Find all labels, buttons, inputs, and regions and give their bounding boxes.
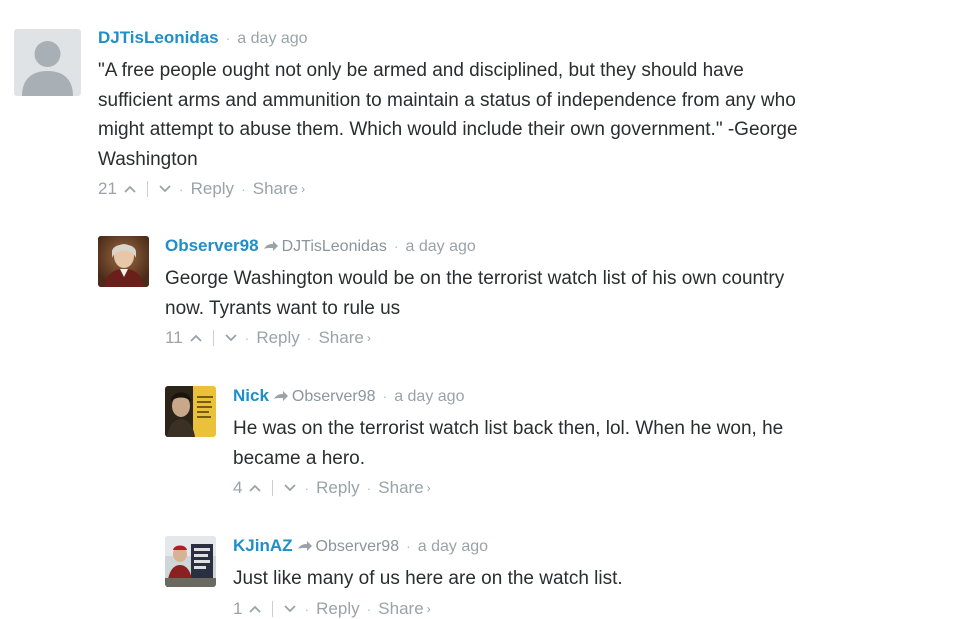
- parent-author[interactable]: Observer98: [292, 388, 376, 405]
- timestamp[interactable]: a day ago: [394, 388, 464, 405]
- chevron-down-icon[interactable]: [158, 184, 172, 194]
- footer-separator: ·: [244, 330, 250, 346]
- footer-separator: ·: [306, 330, 312, 346]
- comment-meta: Nick Observer98 · a day ago: [233, 386, 973, 406]
- comment-text-line: might attempt to abuse them. Which would…: [98, 119, 798, 140]
- chevron-right-icon: ›: [366, 331, 371, 345]
- timestamp[interactable]: a day ago: [405, 238, 475, 255]
- chevron-right-icon: ›: [426, 481, 431, 495]
- meta-separator: ·: [382, 388, 388, 404]
- vote-divider: [212, 330, 214, 346]
- comment-footer: 21 · Reply · Share ›: [98, 179, 958, 199]
- vote-count: 11: [165, 328, 183, 347]
- comment-text: George Washington would be on the terror…: [165, 264, 965, 323]
- footer-separator: ·: [366, 480, 372, 496]
- parent-author[interactable]: DJTisLeonidas: [282, 238, 387, 255]
- comment-text: "A free people ought not only be armed a…: [98, 56, 958, 174]
- chevron-down-icon[interactable]: [224, 333, 238, 343]
- comment-text: He was on the terrorist watch list back …: [233, 414, 973, 473]
- vote-count: 4: [233, 478, 243, 497]
- vote-count: 21: [98, 179, 117, 198]
- avatar[interactable]: [14, 29, 81, 96]
- meta-separator: ·: [225, 30, 231, 46]
- footer-separator: ·: [241, 181, 246, 197]
- comment-meta: KJinAZ Observer98 · a day ago: [233, 536, 973, 556]
- comment-text-line: "A free people ought not only be armed a…: [98, 60, 744, 81]
- comment-text-line: sufficient arms and ammunition to mainta…: [98, 89, 796, 111]
- comment-text-line: became a hero.: [233, 447, 366, 469]
- timestamp[interactable]: a day ago: [237, 30, 307, 47]
- avatar[interactable]: [165, 536, 216, 587]
- timestamp[interactable]: a day ago: [418, 538, 488, 555]
- author-name[interactable]: Nick: [233, 386, 269, 405]
- author-name[interactable]: DJTisLeonidas: [98, 28, 219, 47]
- author-name[interactable]: Observer98: [165, 236, 259, 255]
- comment-meta: Observer98 DJTisLeonidas · a day ago: [165, 236, 965, 256]
- reply-arrow-icon: [273, 391, 288, 401]
- reply-arrow-icon: [263, 241, 278, 251]
- comment-text-line: now. Tyrants want to rule us: [165, 297, 401, 319]
- reply-button[interactable]: Reply: [256, 328, 299, 348]
- parent-author[interactable]: Observer98: [316, 538, 400, 555]
- comment-text-line: Washington: [98, 148, 198, 170]
- share-button[interactable]: Share: [318, 328, 363, 348]
- chevron-up-icon[interactable]: [248, 483, 262, 493]
- footer-separator: ·: [304, 480, 310, 496]
- chevron-down-icon[interactable]: [283, 483, 297, 493]
- chevron-up-icon[interactable]: [123, 184, 137, 194]
- comment-text-line: He was on the terrorist watch list back …: [233, 418, 784, 439]
- footer-separator: ·: [178, 181, 184, 197]
- avatar[interactable]: [165, 386, 216, 437]
- reply-arrow-icon: [297, 541, 312, 551]
- chevron-right-icon: ›: [301, 182, 306, 196]
- reply-button[interactable]: Reply: [316, 478, 359, 498]
- comment-footer: 11 · Reply · Share ›: [165, 328, 965, 348]
- comment-meta: DJTisLeonidas · a day ago: [98, 28, 958, 48]
- comment-text-line: Just like many of us here are on the wat…: [233, 568, 623, 589]
- share-button[interactable]: Share: [253, 179, 298, 199]
- avatar[interactable]: [98, 236, 149, 287]
- share-button[interactable]: Share: [378, 478, 423, 498]
- vote-divider: [272, 480, 274, 496]
- author-name[interactable]: KJinAZ: [233, 536, 293, 555]
- meta-separator: ·: [393, 238, 399, 254]
- reply-button[interactable]: Reply: [191, 179, 234, 199]
- comment-text: Just like many of us here are on the wat…: [233, 564, 973, 594]
- vote-divider: [146, 181, 148, 197]
- chevron-up-icon[interactable]: [189, 333, 203, 343]
- comment-text-line: George Washington would be on the terror…: [165, 268, 785, 289]
- comment-footer: 4 · Reply · Share ›: [233, 478, 973, 498]
- meta-separator: ·: [406, 538, 411, 554]
